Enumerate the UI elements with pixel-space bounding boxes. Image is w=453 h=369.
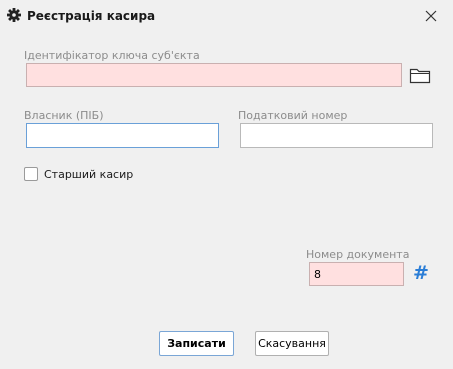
close-button[interactable]: [421, 6, 441, 26]
cancel-button[interactable]: Скасування: [255, 331, 329, 356]
title-bar: Реєстрація касира: [0, 0, 453, 32]
tax-number-field[interactable]: [240, 123, 433, 148]
close-icon: [425, 10, 437, 22]
folder-icon[interactable]: [409, 66, 431, 84]
doc-number-field[interactable]: [309, 262, 404, 286]
owner-field[interactable]: [26, 123, 219, 148]
senior-cashier-label[interactable]: Старший касир: [44, 168, 133, 181]
tax-number-label: Податковий номер: [238, 109, 348, 122]
gear-icon: [7, 8, 21, 22]
generate-number-button[interactable]: #: [413, 261, 429, 285]
owner-label: Власник (ПІБ): [24, 109, 104, 122]
window-title: Реєстрація касира: [27, 9, 156, 23]
senior-cashier-checkbox[interactable]: [24, 167, 38, 181]
save-button[interactable]: Записати: [159, 331, 234, 356]
doc-number-label: Номер документа: [306, 248, 410, 261]
key-id-field[interactable]: [26, 63, 402, 87]
key-id-label: Ідентифікатор ключа суб'єкта: [24, 49, 200, 62]
